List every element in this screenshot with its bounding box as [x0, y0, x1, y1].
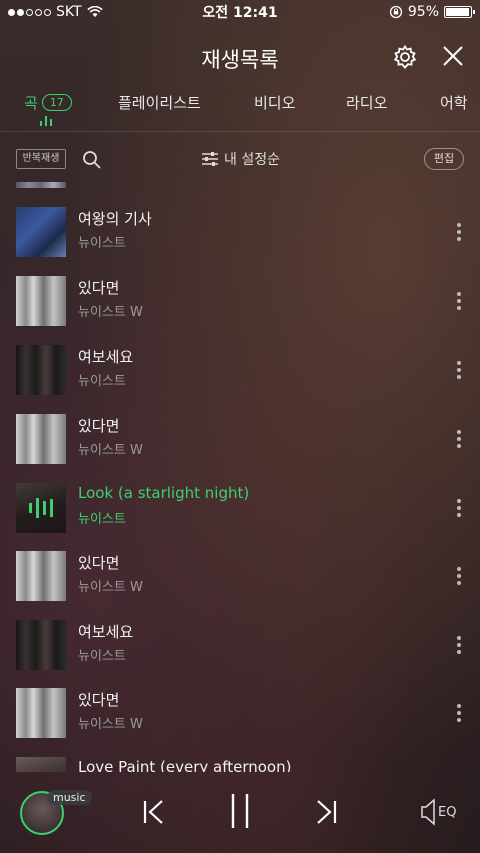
- now-playing-icon: [16, 483, 66, 533]
- gear-icon[interactable]: [392, 44, 418, 70]
- tab-bar: 곡 17 플레이리스트 비디오 라디오 어학: [0, 88, 480, 132]
- album-art: [16, 551, 66, 601]
- song-artist: 뉴이스트: [78, 236, 126, 251]
- song-title: 있다면: [78, 554, 120, 572]
- song-row-playing[interactable]: Look (a starlight night) 뉴이스트: [0, 474, 480, 542]
- more-icon[interactable]: [454, 633, 464, 657]
- song-title: Look (a starlight night): [78, 484, 250, 502]
- search-icon[interactable]: [82, 150, 102, 170]
- battery-percent: 95%: [407, 4, 439, 20]
- signal-icon: [8, 8, 51, 16]
- song-title: Love Paint (every afternoon): [78, 758, 292, 772]
- status-right: 95%: [389, 4, 475, 20]
- sort-button[interactable]: 내 설정순: [202, 149, 280, 169]
- album-art: [16, 620, 66, 670]
- song-title: 있다면: [78, 417, 120, 435]
- tab-language[interactable]: 어학: [440, 92, 468, 113]
- song-row[interactable]: 여왕의 기사 뉴이스트: [0, 198, 480, 266]
- header: 재생목록: [0, 36, 480, 80]
- battery-icon: [444, 6, 475, 18]
- sort-icon: [202, 152, 218, 166]
- list-top-partial: [16, 182, 66, 188]
- more-icon[interactable]: [454, 289, 464, 313]
- status-time: 오전 12:41: [202, 5, 278, 21]
- eq-button[interactable]: EQ: [420, 798, 456, 826]
- carrier-label: SKT: [56, 4, 82, 20]
- tab-playlist[interactable]: 플레이리스트: [118, 92, 201, 113]
- more-icon[interactable]: [454, 427, 464, 451]
- previous-icon[interactable]: [142, 798, 166, 826]
- more-icon[interactable]: [454, 564, 464, 588]
- wifi-icon: [86, 6, 103, 17]
- more-icon[interactable]: [454, 220, 464, 244]
- sort-label: 내 설정순: [224, 152, 280, 168]
- song-row[interactable]: 있다면 뉴이스트 W: [0, 679, 480, 747]
- more-icon[interactable]: [454, 701, 464, 725]
- song-list[interactable]: 여왕의 기사 뉴이스트 있다면 뉴이스트 W 여보세요 뉴이스트 있다면 뉴이스…: [0, 182, 480, 772]
- song-title: 있다면: [78, 279, 120, 297]
- song-artist: 뉴이스트: [78, 512, 126, 527]
- battery-fill: [446, 8, 469, 16]
- song-title: 여보세요: [78, 348, 134, 366]
- eq-label: EQ: [438, 804, 457, 820]
- more-icon[interactable]: [454, 496, 464, 520]
- album-art: [16, 345, 66, 395]
- song-title: 있다면: [78, 691, 120, 709]
- song-count-badge: 17: [41, 94, 72, 111]
- song-artist: 뉴이스트: [78, 649, 126, 664]
- close-icon[interactable]: [441, 44, 465, 68]
- more-icon[interactable]: [454, 358, 464, 382]
- toolbar: 반복재생 내 설정순 편집: [0, 142, 480, 178]
- song-row[interactable]: 있다면 뉴이스트 W: [0, 267, 480, 335]
- song-row[interactable]: 여보세요 뉴이스트: [0, 611, 480, 679]
- player-bar: music EQ: [0, 778, 480, 853]
- album-art: [16, 757, 66, 772]
- tab-radio[interactable]: 라디오: [346, 92, 387, 113]
- song-row[interactable]: 여보세요 뉴이스트: [0, 336, 480, 404]
- song-artist: 뉴이스트 W: [78, 580, 143, 595]
- edit-button[interactable]: 편집: [424, 148, 464, 170]
- song-artist: 뉴이스트 W: [78, 717, 143, 732]
- album-art: [16, 276, 66, 326]
- status-left: SKT: [8, 4, 103, 20]
- song-row[interactable]: 있다면 뉴이스트 W: [0, 405, 480, 473]
- song-artist: 뉴이스트 W: [78, 305, 143, 320]
- pause-icon[interactable]: [229, 792, 251, 830]
- status-bar: SKT 오전 12:41 95%: [0, 0, 480, 24]
- song-artist: 뉴이스트: [78, 374, 126, 389]
- song-row[interactable]: Love Paint (every afternoon): [0, 748, 480, 772]
- album-art: [16, 688, 66, 738]
- song-row[interactable]: 있다면 뉴이스트 W: [0, 542, 480, 610]
- now-playing-icon: [40, 116, 52, 126]
- speaker-icon: [421, 798, 435, 826]
- music-badge: music: [47, 790, 92, 805]
- tab-song-label: 곡: [24, 94, 38, 112]
- next-icon[interactable]: [314, 798, 338, 826]
- song-artist: 뉴이스트 W: [78, 443, 143, 458]
- rotation-lock-icon: [389, 5, 403, 19]
- repeat-button[interactable]: 반복재생: [16, 146, 66, 172]
- album-art: [16, 207, 66, 257]
- tab-song[interactable]: 곡 17: [24, 92, 72, 113]
- tab-video[interactable]: 비디오: [254, 92, 295, 113]
- song-title: 여보세요: [78, 623, 134, 641]
- song-title: 여왕의 기사: [78, 210, 152, 228]
- album-art: [16, 414, 66, 464]
